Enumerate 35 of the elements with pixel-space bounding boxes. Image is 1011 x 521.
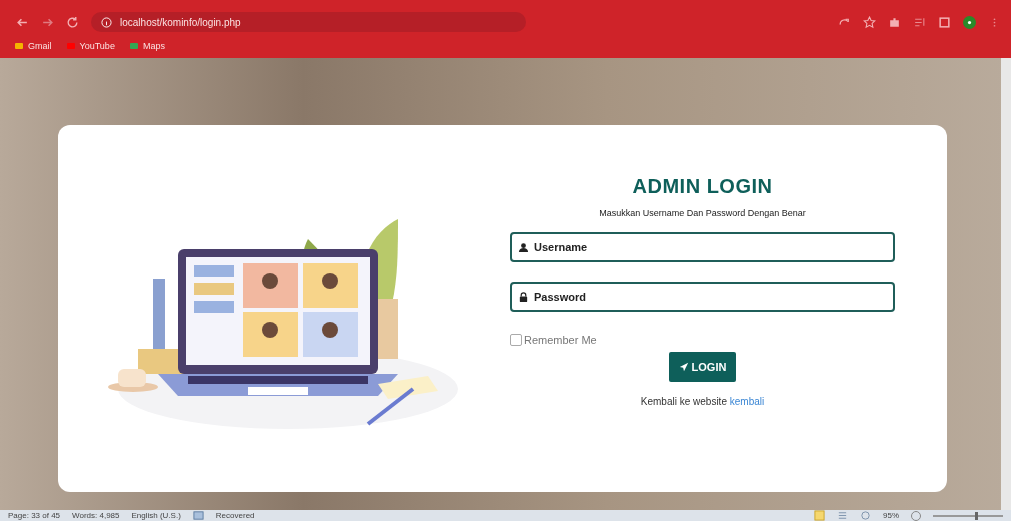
reading-layout-icon[interactable] bbox=[837, 510, 848, 521]
zoom-slider[interactable] bbox=[933, 514, 1003, 517]
print-layout-icon[interactable] bbox=[814, 510, 825, 521]
document-status: Recovered bbox=[215, 511, 255, 520]
paper-plane-icon bbox=[678, 362, 689, 372]
username-field[interactable]: Username bbox=[510, 232, 895, 262]
info-icon bbox=[101, 16, 112, 28]
bookmark-icon bbox=[128, 41, 139, 51]
bookmark-link[interactable]: Maps bbox=[128, 41, 165, 51]
word-count: Words: 4,985 bbox=[72, 511, 120, 520]
back-to-website-text: Kembali ke website kembali bbox=[640, 396, 765, 407]
back-link[interactable]: kembali bbox=[729, 396, 765, 407]
bookmark-icon bbox=[65, 41, 76, 51]
page-count: Page: 33 of 45 bbox=[8, 511, 61, 520]
window-icon[interactable] bbox=[938, 15, 951, 29]
bookmark-link[interactable]: YouTube bbox=[65, 41, 115, 51]
language-indicator: English (U.S.) bbox=[131, 511, 181, 520]
document-icon[interactable] bbox=[192, 510, 204, 521]
bookmark-icon bbox=[14, 41, 24, 51]
star-icon[interactable] bbox=[863, 15, 876, 29]
url-text: localhost/kominfo/login.php bbox=[120, 16, 241, 28]
zoom-percentage: 95% bbox=[883, 511, 899, 520]
web-layout-icon[interactable] bbox=[860, 510, 871, 521]
scrollbar[interactable] bbox=[1001, 58, 1011, 510]
bookmark-link[interactable]: Gmail bbox=[14, 41, 52, 51]
login-instructions: Masukkan Username Dan Password Dengan Benar bbox=[599, 208, 806, 218]
login-title: ADMIN LOGIN bbox=[632, 175, 773, 198]
remember-me-label: Remember Me bbox=[524, 334, 597, 346]
password-field[interactable]: Password bbox=[510, 282, 895, 312]
remember-checkbox[interactable] bbox=[510, 334, 522, 346]
zoom-slider-thumb[interactable] bbox=[975, 511, 978, 520]
address-bar[interactable]: localhost/kominfo/login.php bbox=[91, 12, 526, 32]
profile-avatar-icon[interactable] bbox=[963, 15, 976, 29]
reload-icon[interactable] bbox=[66, 15, 79, 29]
login-button[interactable]: LOGIN bbox=[668, 352, 737, 382]
